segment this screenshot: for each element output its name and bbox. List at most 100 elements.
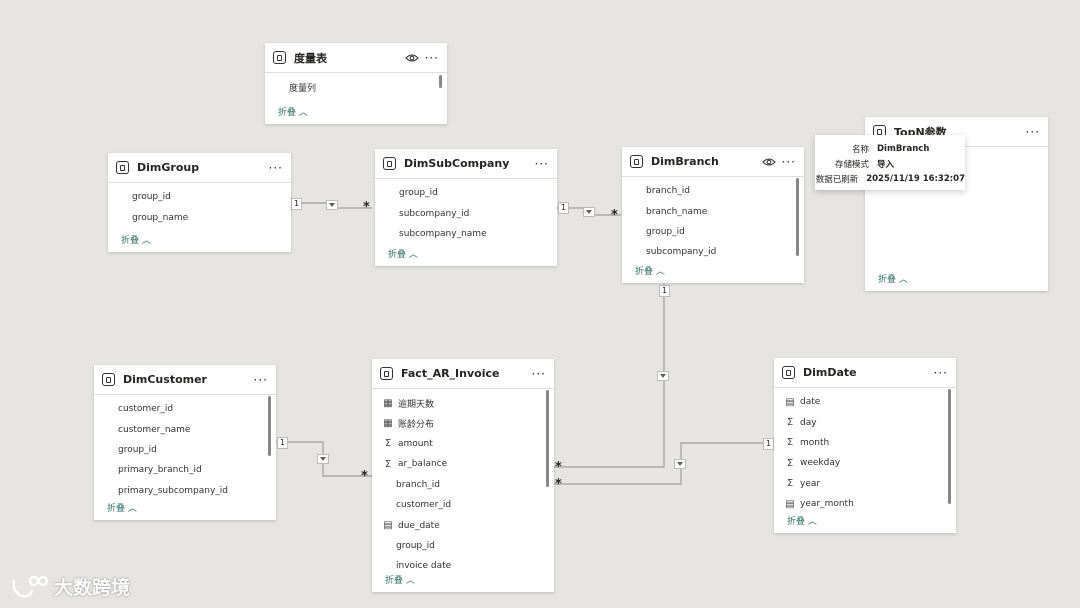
field-row[interactable]: ▤ year_month — [774, 494, 956, 514]
filter-direction-icon — [583, 207, 595, 217]
calendar-icon: ▤ — [785, 396, 795, 408]
field-row[interactable]: group_name — [108, 207, 291, 227]
model-canvas[interactable]: 1 * 1 * 1 * 1 * 1 * 度量表 ··· 度量列 折叠 ︿ Dim… — [0, 0, 1080, 608]
eye-icon[interactable] — [761, 157, 776, 167]
more-options-icon[interactable]: ··· — [532, 367, 546, 381]
table-title: DimDate — [803, 366, 857, 379]
table-card-dimbranch[interactable]: DimBranch ··· branch_id branch_name grou… — [622, 147, 804, 283]
field-name: group_id — [646, 226, 685, 237]
scrollbar[interactable] — [796, 178, 799, 256]
tooltip-key: 名称 — [851, 144, 869, 155]
rel-branch-fact — [554, 284, 665, 468]
table-title: DimCustomer — [123, 373, 207, 386]
card-header[interactable]: DimGroup ··· — [108, 153, 291, 183]
table-icon — [273, 51, 286, 64]
field-row[interactable]: group_id — [622, 222, 804, 242]
field-name: customer_id — [118, 404, 174, 415]
more-options-icon[interactable]: ··· — [934, 366, 948, 380]
filter-direction-icon — [317, 454, 329, 464]
field-row[interactable]: group_id — [372, 536, 554, 556]
collapse-button[interactable]: 折叠 ︿ — [787, 514, 817, 527]
field-row[interactable]: primary_branch_id — [94, 460, 276, 480]
field-name: subcompany_id — [646, 247, 717, 258]
field-row[interactable]: ▤ due_date — [372, 515, 554, 535]
more-options-icon[interactable]: ··· — [535, 157, 549, 171]
card-header[interactable]: DimBranch ··· — [622, 147, 804, 177]
table-card-dimcustomer[interactable]: DimCustomer ··· customer_id customer_nam… — [94, 365, 276, 520]
field-row[interactable]: branch_id — [372, 475, 554, 495]
more-options-icon[interactable]: ··· — [269, 161, 283, 175]
field-row[interactable]: ▤ date — [774, 392, 956, 412]
collapse-button[interactable]: 折叠 ︿ — [107, 501, 137, 514]
field-row[interactable]: ▦ 逾期天数 — [372, 393, 554, 413]
field-name: group_name — [132, 212, 189, 223]
field-row[interactable]: Σweekday — [774, 453, 956, 473]
collapse-button[interactable]: 折叠 ︿ — [878, 272, 908, 285]
field-row[interactable]: Σar_balance — [372, 454, 554, 474]
field-row[interactable]: customer_id — [372, 495, 554, 515]
field-row[interactable]: customer_id — [94, 399, 276, 419]
calendar-icon: ▤ — [785, 498, 795, 510]
card-header[interactable]: 度量表 ··· — [265, 43, 447, 73]
calc-column-icon: ▦ — [383, 418, 393, 430]
field-name: subcompany_id — [399, 208, 470, 219]
tooltip-value: 2025/11/19 16:32:07 — [866, 173, 965, 184]
collapse-button[interactable]: 折叠 ︿ — [278, 105, 308, 118]
tooltip-key: 数据已刷新 — [815, 174, 859, 185]
card-header[interactable]: Fact_AR_Invoice ··· — [372, 359, 554, 389]
cardinality-many-marker: * — [363, 200, 370, 215]
card-header[interactable]: DimCustomer ··· — [94, 365, 276, 395]
field-name: 度量列 — [289, 83, 317, 94]
table-card-measure[interactable]: 度量表 ··· 度量列 折叠 ︿ — [265, 43, 447, 124]
field-row[interactable]: Σamount — [372, 434, 554, 454]
field-row[interactable]: 度量列 — [265, 77, 447, 97]
table-title: DimSubCompany — [404, 157, 510, 170]
filter-direction-icon — [326, 200, 338, 210]
collapse-button[interactable]: 折叠 ︿ — [121, 233, 151, 246]
field-name: month — [800, 437, 830, 448]
field-row[interactable]: subcompany_id — [375, 203, 557, 223]
field-row[interactable]: subcompany_name — [375, 224, 557, 244]
more-options-icon[interactable]: ··· — [425, 51, 439, 65]
field-row[interactable]: group_id — [108, 187, 291, 207]
cardinality-many-marker: * — [555, 477, 562, 492]
field-row[interactable]: subcompany_id — [622, 242, 804, 262]
tooltip-value: DimBranch — [877, 143, 930, 154]
field-row[interactable]: Σmonth — [774, 433, 956, 453]
collapse-button[interactable]: 折叠 ︿ — [635, 264, 665, 277]
card-header[interactable]: DimDate ··· — [774, 358, 956, 388]
more-options-icon[interactable]: ··· — [254, 373, 268, 387]
field-row[interactable]: ▦ 账龄分布 — [372, 413, 554, 433]
field-name: ar_balance — [398, 459, 448, 470]
field-name: primary_branch_id — [118, 465, 202, 476]
field-name: year_month — [800, 499, 854, 510]
field-row[interactable]: Σyear — [774, 474, 956, 494]
eye-icon[interactable] — [404, 53, 419, 63]
table-title: DimGroup — [137, 161, 200, 174]
table-card-dimsubcompany[interactable]: DimSubCompany ··· group_id subcompany_id… — [375, 149, 557, 266]
field-row[interactable]: group_id — [94, 440, 276, 460]
field-row[interactable]: Σday — [774, 412, 956, 432]
table-card-dimdate[interactable]: DimDate ··· ▤ date Σday Σmonth Σweekday Σ… — [774, 358, 956, 533]
chevron-up-icon: ︿ — [141, 236, 151, 246]
scrollbar[interactable] — [268, 396, 271, 456]
field-row[interactable]: branch_name — [622, 201, 804, 221]
more-options-icon[interactable]: ··· — [782, 155, 796, 169]
chevron-up-icon: ︿ — [127, 504, 137, 514]
scrollbar[interactable] — [948, 389, 951, 504]
field-name: group_id — [396, 540, 435, 551]
field-row[interactable]: customer_name — [94, 419, 276, 439]
table-card-fact-ar-invoice[interactable]: Fact_AR_Invoice ··· ▦ 逾期天数 ▦ 账龄分布 Σamount … — [372, 359, 554, 592]
table-card-dimgroup[interactable]: DimGroup ··· group_id group_name 折叠 ︿ — [108, 153, 291, 252]
table-icon — [383, 157, 396, 170]
scrollbar[interactable] — [439, 75, 442, 88]
scrollbar[interactable] — [546, 390, 549, 487]
field-row[interactable]: branch_id — [622, 181, 804, 201]
collapse-button[interactable]: 折叠 ︿ — [385, 573, 415, 586]
chevron-up-icon: ︿ — [898, 275, 908, 285]
more-options-icon[interactable]: ··· — [1026, 125, 1040, 139]
collapse-button[interactable]: 折叠 ︿ — [388, 247, 418, 260]
field-row[interactable]: primary_subcompany_id — [94, 481, 276, 501]
card-header[interactable]: DimSubCompany ··· — [375, 149, 557, 179]
field-row[interactable]: group_id — [375, 183, 557, 203]
